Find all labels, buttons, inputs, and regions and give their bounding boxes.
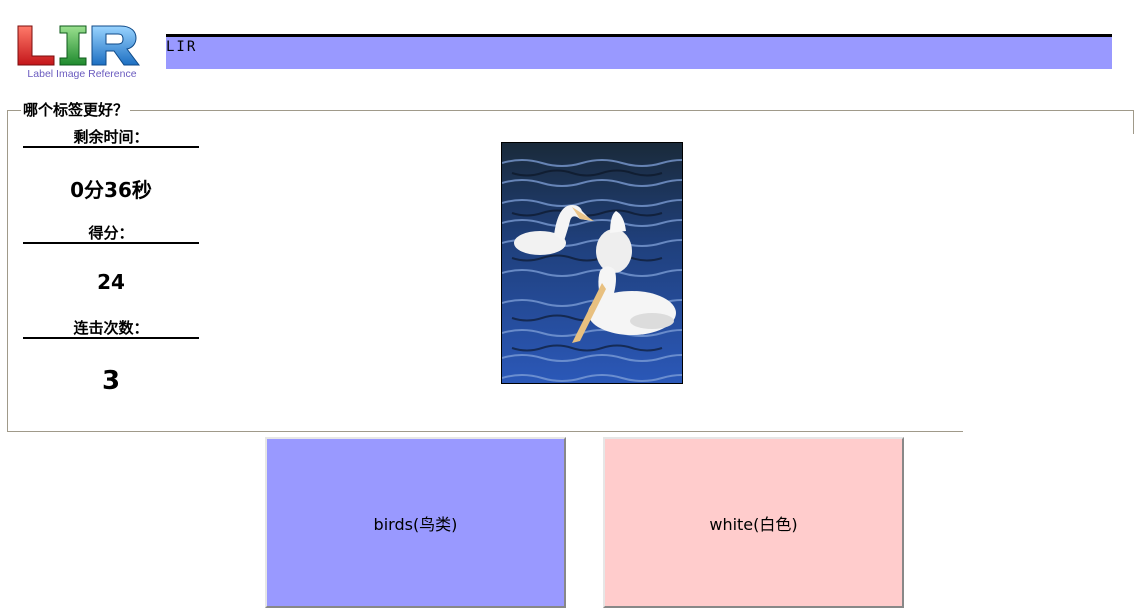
choice-button-white[interactable]: white(白色) [603, 437, 904, 608]
choice-label-birds: birds(鸟类) [373, 514, 458, 534]
panel-border-left [7, 110, 8, 432]
score-label: 得分： [23, 224, 199, 244]
header-bar: LIR [166, 34, 1112, 69]
header-title: LIR [166, 39, 198, 55]
panel-border-bottom [7, 431, 963, 432]
time-label: 剩余时间： [23, 128, 199, 148]
panel-legend: 哪个标签更好？ [21, 101, 131, 119]
game-panel: 哪个标签更好？ 剩余时间： 0分36秒 得分： 24 连击次数： 3 [7, 101, 1134, 432]
logo-tagline: Label Image Reference [27, 68, 136, 80]
panel-border-top [7, 110, 1134, 111]
combo-label: 连击次数： [23, 319, 199, 339]
choice-button-birds[interactable]: birds(鸟类) [265, 437, 566, 608]
choice-label-white: white(白色) [709, 514, 798, 534]
pelican-photo [501, 142, 683, 384]
app-root: Label Image Reference LIR 哪个标签更好？ 剩余时间： … [0, 0, 1136, 616]
time-value: 0分36秒 [70, 178, 152, 202]
score-value: 24 [97, 270, 125, 294]
combo-value: 3 [101, 366, 121, 396]
panel-border-right [1133, 110, 1134, 134]
lir-logo[interactable]: Label Image Reference [8, 22, 158, 80]
